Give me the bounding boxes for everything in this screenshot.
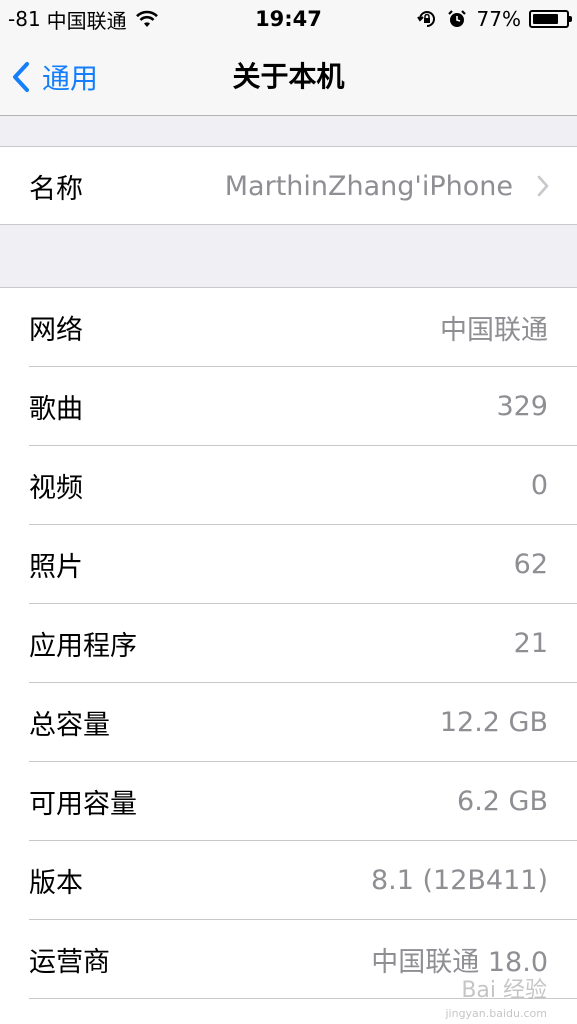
- navigation-bar: 通用 关于本机: [0, 38, 577, 116]
- watermark: Bai 经验: [461, 978, 547, 1003]
- chevron-right-icon: [537, 175, 549, 197]
- row-label: 总容量: [29, 710, 110, 741]
- watermark-url: jingyan.baidu.com: [445, 1007, 547, 1020]
- row-value: 329: [496, 391, 548, 422]
- row-label: 运营商: [29, 947, 110, 978]
- status-bar: -81 中国联通 19:47 77%: [0, 0, 577, 38]
- name-group: 名称 MarthinZhang'iPhone: [0, 146, 577, 225]
- info-row-photos: 照片 62: [0, 525, 577, 604]
- row-value: 0: [530, 470, 548, 501]
- info-group: 网络 中国联通 歌曲 329 视频 0 照片 62 应用程序 21 总容量 12…: [0, 287, 577, 1024]
- row-value: 62: [513, 549, 548, 580]
- row-label: 应用程序: [29, 631, 137, 662]
- row-label: 视频: [29, 473, 83, 504]
- battery-percent: 77%: [476, 7, 521, 31]
- row-value: 8.1 (12B411): [370, 865, 548, 896]
- name-row[interactable]: 名称 MarthinZhang'iPhone: [0, 147, 577, 226]
- info-row-version: 版本 8.1 (12B411): [0, 841, 577, 920]
- row-value: 中国联通: [440, 315, 548, 346]
- row-label: 照片: [29, 552, 83, 583]
- info-row-capacity: 总容量 12.2 GB: [0, 683, 577, 762]
- info-row-songs: 歌曲 329: [0, 367, 577, 446]
- row-value: 6.2 GB: [457, 786, 548, 817]
- info-row-applications: 应用程序 21: [0, 604, 577, 683]
- row-value: 12.2 GB: [439, 707, 548, 738]
- row-label: 歌曲: [29, 394, 83, 425]
- row-value: 21: [513, 628, 548, 659]
- row-label: 网络: [29, 315, 83, 346]
- info-row-network: 网络 中国联通: [0, 288, 577, 367]
- alarm-icon: [447, 9, 467, 29]
- info-row-available: 可用容量 6.2 GB: [0, 762, 577, 841]
- row-label: 可用容量: [29, 789, 137, 820]
- row-label: 版本: [29, 868, 83, 899]
- page-title: 关于本机: [232, 60, 345, 93]
- rotation-lock-icon: [416, 9, 437, 29]
- name-value: MarthinZhang'iPhone: [224, 171, 513, 202]
- battery-icon: [529, 10, 572, 28]
- info-row-videos: 视频 0: [0, 446, 577, 525]
- name-label: 名称: [29, 174, 83, 205]
